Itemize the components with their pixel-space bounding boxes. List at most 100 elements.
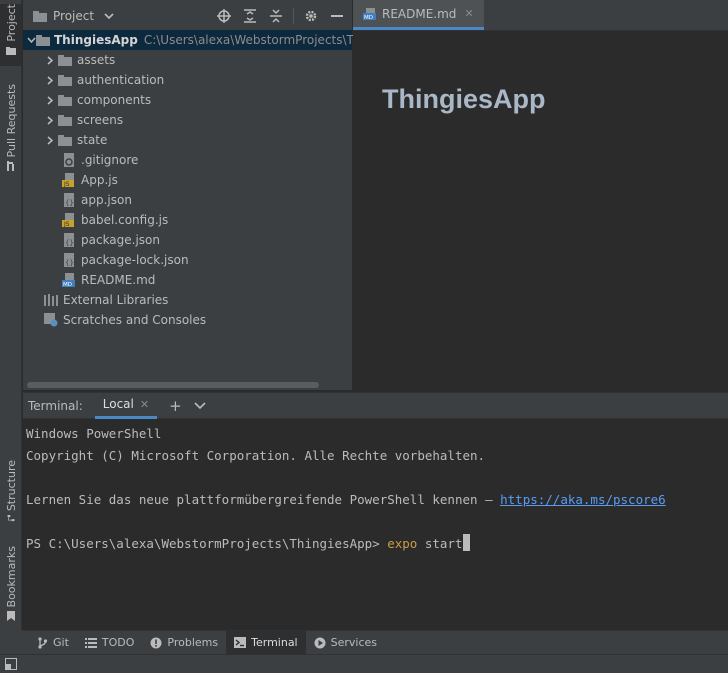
chevron-right-icon[interactable] — [43, 55, 57, 65]
tool-windows-toggle-icon[interactable] — [5, 658, 17, 670]
json-file-icon: {} — [61, 252, 77, 268]
readme-heading: ThingiesApp — [382, 84, 546, 114]
tree-file-label: package.json — [81, 233, 161, 247]
terminal-caret — [462, 534, 470, 551]
plus-icon[interactable]: + — [169, 397, 182, 415]
tree-file-label: package-lock.json — [81, 253, 189, 267]
scratches-icon — [43, 312, 59, 328]
locate-file-icon[interactable] — [215, 7, 233, 25]
tree-folder-label: assets — [77, 53, 116, 67]
terminal-tab-local[interactable]: Local ✕ — [94, 393, 158, 419]
tree-folder-label: screens — [77, 113, 124, 127]
tree-file-package-lock[interactable]: {} package-lock.json — [23, 250, 352, 270]
tree-file-label: babel.config.js — [81, 213, 169, 227]
structure-icon — [7, 515, 15, 522]
json-file-icon: {} — [61, 192, 77, 208]
svg-text:JS: JS — [63, 221, 70, 227]
tree-folder-label: state — [77, 133, 108, 147]
tree-file-app-js[interactable]: JS App.js — [23, 170, 352, 190]
editor-tab-bar: MD README.md ✕ — [353, 0, 728, 31]
folder-icon — [57, 52, 73, 68]
tool-window-services[interactable]: Services — [306, 631, 385, 655]
tree-external-libraries-label: External Libraries — [63, 293, 169, 307]
markdown-file-icon: MD — [61, 272, 77, 288]
chevron-right-icon[interactable] — [43, 115, 57, 125]
tool-tab-bookmarks[interactable]: Bookmarks — [0, 546, 22, 622]
terminal-title: Terminal: — [28, 398, 83, 413]
bottom-tool-bar: Git TODO Problems Terminal Services — [23, 630, 728, 655]
tool-tab-project[interactable]: Project — [0, 4, 22, 66]
expand-all-icon[interactable] — [241, 7, 259, 25]
tree-file-readme[interactable]: MD README.md — [23, 270, 352, 290]
tree-folder-authentication[interactable]: authentication — [23, 70, 352, 90]
editor-area: MD README.md ✕ ThingiesApp — [353, 0, 728, 390]
svg-text:JS: JS — [63, 181, 70, 187]
tree-root-row[interactable]: ThingiesApp C:\Users\alexa\WebstormProje… — [23, 30, 420, 50]
js-file-icon: JS — [61, 172, 77, 188]
terminal-output[interactable]: Windows PowerShell Copyright (C) Microso… — [23, 419, 728, 559]
tree-file-label: .gitignore — [81, 153, 139, 167]
terminal-tab-bar: Terminal: Local ✕ + — [23, 393, 728, 419]
tree-file-package-json[interactable]: {} package.json — [23, 230, 352, 250]
tree-folder-components[interactable]: components — [23, 90, 352, 110]
chevron-down-icon[interactable] — [194, 401, 206, 411]
terminal-icon — [234, 637, 247, 648]
terminal-tab-local-label: Local — [102, 397, 134, 411]
chevron-right-icon[interactable] — [43, 135, 57, 145]
tool-window-todo[interactable]: TODO — [77, 631, 143, 655]
chevron-down-icon[interactable] — [27, 36, 36, 45]
chevron-right-icon[interactable] — [43, 75, 57, 85]
tool-tab-structure[interactable]: Structure — [0, 460, 22, 522]
editor-tab-label: README.md — [382, 6, 457, 21]
tree-folder-assets[interactable]: assets — [23, 50, 352, 70]
tree-folder-screens[interactable]: screens — [23, 110, 352, 130]
tool-window-terminal[interactable]: Terminal — [226, 630, 306, 655]
tool-window-git-label: Git — [53, 636, 69, 649]
git-branch-icon — [38, 636, 48, 649]
svg-text:MD: MD — [63, 282, 72, 287]
tree-file-label: App.js — [81, 173, 118, 187]
folder-icon — [57, 132, 73, 148]
minimize-icon[interactable] — [328, 7, 346, 25]
tree-external-libraries[interactable]: External Libraries — [23, 290, 352, 310]
tree-file-gitignore[interactable]: .gitignore — [23, 150, 352, 170]
tool-window-terminal-label: Terminal — [251, 636, 298, 649]
close-icon[interactable]: ✕ — [140, 398, 149, 411]
services-icon — [314, 637, 326, 648]
collapse-all-icon[interactable] — [267, 7, 285, 25]
project-panel-header: Project — [23, 0, 352, 33]
tree-root-name: ThingiesApp — [54, 33, 138, 47]
chevron-down-icon[interactable] — [104, 11, 114, 21]
gear-icon[interactable] — [302, 7, 320, 25]
tree-file-app-json[interactable]: {} app.json — [23, 190, 352, 210]
pscore-link[interactable]: https://aka.ms/pscore6 — [500, 492, 666, 507]
terminal-prompt-line: PS C:\Users\alexa\WebstormProjects\Thing… — [26, 533, 725, 555]
tree-folder-state[interactable]: state — [23, 130, 352, 150]
horizontal-scrollbar[interactable] — [27, 382, 319, 388]
close-icon[interactable]: ✕ — [464, 7, 473, 20]
tool-tab-pull-requests[interactable]: Pull Requests — [0, 84, 22, 174]
svg-text:{}: {} — [65, 199, 74, 207]
status-bar — [0, 654, 728, 673]
left-tool-strip: Project Pull Requests Structure Bookmark… — [0, 0, 22, 630]
svg-text:{}: {} — [65, 259, 74, 267]
chevron-right-icon[interactable] — [43, 95, 57, 105]
tree-scratches[interactable]: Scratches and Consoles — [23, 310, 352, 330]
editor-tab-readme[interactable]: MD README.md ✕ — [353, 0, 484, 30]
bookmark-icon — [7, 611, 15, 622]
tool-window-problems[interactable]: Problems — [142, 631, 226, 655]
terminal-line: Windows PowerShell — [26, 426, 162, 441]
tree-scratches-label: Scratches and Consoles — [63, 313, 207, 327]
js-file-icon: JS — [61, 212, 77, 228]
tree-folder-label: authentication — [77, 73, 165, 87]
project-panel-title: Project — [53, 9, 95, 23]
library-icon — [43, 292, 59, 308]
terminal-line: Copyright (C) Microsoft Corporation. All… — [26, 448, 486, 463]
tool-window-todo-label: TODO — [101, 636, 135, 649]
tool-tab-pull-requests-label: Pull Requests — [4, 84, 18, 158]
terminal-command: expo — [387, 536, 418, 551]
project-folder-icon — [33, 11, 47, 22]
tree-file-babel-config[interactable]: JS babel.config.js — [23, 210, 352, 230]
tool-window-git[interactable]: Git — [29, 631, 77, 655]
tool-tab-project-label: Project — [4, 4, 18, 42]
